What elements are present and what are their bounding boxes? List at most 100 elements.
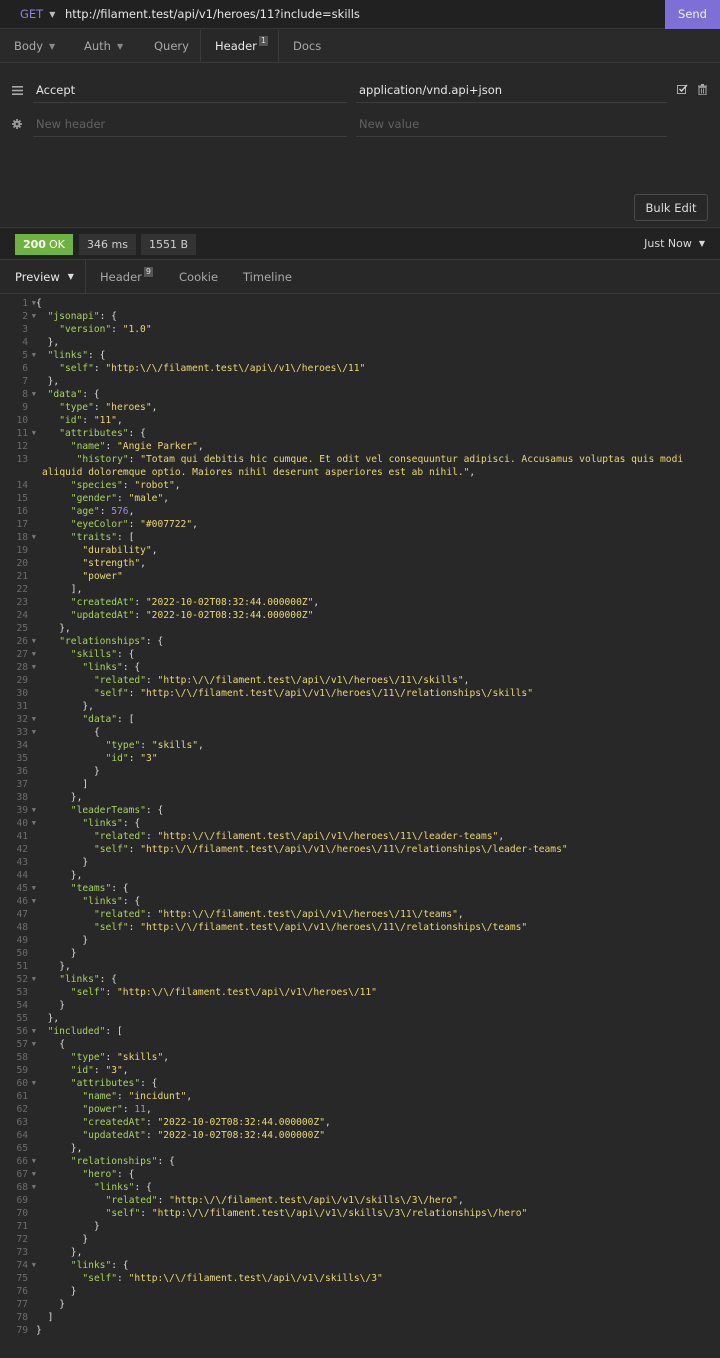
json-punct: , xyxy=(457,909,464,920)
fold-toggle-icon[interactable]: ▼ xyxy=(32,349,36,362)
drag-handle-icon[interactable] xyxy=(10,83,24,97)
json-string: "incidunt" xyxy=(128,1091,187,1102)
tab-timeline[interactable]: Timeline xyxy=(243,260,292,293)
code-text: { xyxy=(32,1038,712,1051)
json-key: "attributes" xyxy=(70,1078,141,1089)
fold-toggle-icon[interactable]: ▼ xyxy=(32,882,36,895)
fold-toggle-icon[interactable]: ▼ xyxy=(32,427,36,440)
fold-toggle-icon[interactable]: ▼ xyxy=(32,817,36,830)
url-input[interactable]: http://filament.test/api/v1/heroes/11?in… xyxy=(65,7,665,21)
fold-toggle-icon[interactable]: ▼ xyxy=(32,1155,36,1168)
line-number: 61 xyxy=(16,1091,28,1102)
send-button[interactable]: Send xyxy=(665,0,720,29)
fold-toggle-icon[interactable]: ▼ xyxy=(32,1181,36,1194)
tab-body[interactable]: Body ▼ xyxy=(0,30,72,62)
fold-toggle-icon[interactable]: ▼ xyxy=(32,661,36,674)
bulk-edit-button[interactable]: Bulk Edit xyxy=(634,194,708,221)
fold-toggle-icon[interactable]: ▼ xyxy=(32,804,36,817)
code-line: 78] xyxy=(0,1311,720,1324)
json-key: "links" xyxy=(94,1182,135,1193)
json-punct: , xyxy=(186,1091,193,1102)
checkbox-checked-icon[interactable] xyxy=(676,83,688,95)
json-string: "http:\/\/filament.test\/api\/v1\/heroes… xyxy=(105,363,366,374)
line-number: 79 xyxy=(16,1325,28,1336)
line-number: 41 xyxy=(16,831,28,842)
header-count-badge: 1 xyxy=(258,36,268,46)
code-line: 47 "related": "http:\/\/filament.test\/ap… xyxy=(0,908,720,921)
new-header-value-input[interactable]: New value xyxy=(356,111,667,137)
method-selector[interactable]: GET ▼ xyxy=(0,7,65,21)
tab-label: Header xyxy=(100,269,142,284)
fold-toggle-icon[interactable]: ▼ xyxy=(32,973,36,986)
json-punct: : xyxy=(105,987,118,998)
tab-label: Auth xyxy=(84,39,111,53)
json-string: "2022-10-02T08:32:44.000000Z" xyxy=(145,597,314,608)
fold-toggle-icon[interactable]: ▼ xyxy=(32,1038,36,1051)
fold-toggle-icon[interactable]: ▼ xyxy=(32,1025,36,1038)
json-key: "history" xyxy=(76,454,129,465)
code-line: 22], xyxy=(0,583,720,596)
fold-toggle-icon[interactable]: ▼ xyxy=(32,726,36,739)
line-number: 1 ▼ xyxy=(22,298,36,309)
tab-header[interactable]: Header 1 xyxy=(200,30,279,62)
line-number: 49 xyxy=(16,935,28,946)
json-punct: , xyxy=(457,1195,464,1206)
line-number: 57 ▼ xyxy=(16,1039,36,1050)
code-text: } xyxy=(32,1220,712,1233)
fold-toggle-icon[interactable]: ▼ xyxy=(32,648,36,661)
line-number: 36 xyxy=(16,766,28,777)
code-text: "updatedAt": "2022-10-02T08:32:44.000000… xyxy=(32,609,712,622)
header-name-input[interactable]: Accept xyxy=(33,77,347,103)
json-punct: : xyxy=(105,441,118,452)
fold-toggle-icon[interactable]: ▼ xyxy=(32,297,36,310)
json-punct: }, xyxy=(70,1143,83,1154)
fold-toggle-icon[interactable]: ▼ xyxy=(32,895,36,908)
fold-toggle-icon[interactable]: ▼ xyxy=(32,1168,36,1181)
fold-toggle-icon[interactable]: ▼ xyxy=(32,1077,36,1090)
trash-icon[interactable] xyxy=(696,83,708,95)
json-punct: : xyxy=(145,831,158,842)
code-text: } xyxy=(32,856,712,869)
chevron-down-icon: ▼ xyxy=(698,239,705,248)
code-text: ], xyxy=(32,583,712,596)
tab-auth[interactable]: Auth ▼ xyxy=(72,30,140,62)
code-text: } xyxy=(32,999,712,1012)
fold-toggle-icon[interactable]: ▼ xyxy=(32,635,36,648)
fold-toggle-icon[interactable]: ▼ xyxy=(32,388,36,401)
tab-docs[interactable]: Docs xyxy=(279,30,339,62)
fold-toggle-icon[interactable]: ▼ xyxy=(32,310,36,323)
json-punct: , xyxy=(151,545,158,556)
fold-toggle-icon[interactable]: ▼ xyxy=(32,713,36,726)
json-punct: ] xyxy=(82,779,89,790)
history-dropdown[interactable]: Just Now ▼ xyxy=(644,228,705,259)
json-punct: } xyxy=(70,948,77,959)
header-value-input[interactable]: application/vnd.api+json xyxy=(356,77,667,103)
line-number: 47 xyxy=(16,909,28,920)
tab-response-header[interactable]: Header 9 xyxy=(100,260,153,293)
json-punct: } xyxy=(36,1325,42,1336)
json-punct: : xyxy=(117,1273,129,1284)
json-punct: : xyxy=(140,740,152,751)
code-text: }, xyxy=(32,791,712,804)
tab-preview[interactable]: Preview ▼ xyxy=(15,260,74,293)
tab-query[interactable]: Query xyxy=(140,30,200,62)
tab-label: Timeline xyxy=(243,269,292,284)
line-number: 17 xyxy=(16,519,28,530)
code-line: 42 "self": "http:\/\/filament.test\/api\/… xyxy=(0,843,720,856)
code-text: "durability", xyxy=(32,544,712,557)
tab-cookie[interactable]: Cookie xyxy=(179,260,218,293)
new-header-name-input[interactable]: New header xyxy=(33,111,347,137)
json-key: "related" xyxy=(94,909,146,920)
response-body-viewer[interactable]: 1 ▼{2 ▼ "jsonapi": {3 "version": "1.0" 4}, 5 ▼ "… xyxy=(0,295,720,1358)
chevron-down-icon: ▼ xyxy=(116,41,124,51)
fold-toggle-icon[interactable]: ▼ xyxy=(32,1259,36,1272)
fold-toggle-icon[interactable]: ▼ xyxy=(32,531,36,544)
json-punct: : xyxy=(128,753,141,764)
json-punct: , xyxy=(325,1117,331,1128)
code-line: 49} xyxy=(0,934,720,947)
json-string: "http:\/\/filament.test\/api\/v1\/heroes… xyxy=(157,831,499,842)
json-key: "age" xyxy=(70,506,100,517)
json-key: "related" xyxy=(105,1195,158,1206)
code-line: 6 "self": "http:\/\/filament.test\/api\/v… xyxy=(0,362,720,375)
